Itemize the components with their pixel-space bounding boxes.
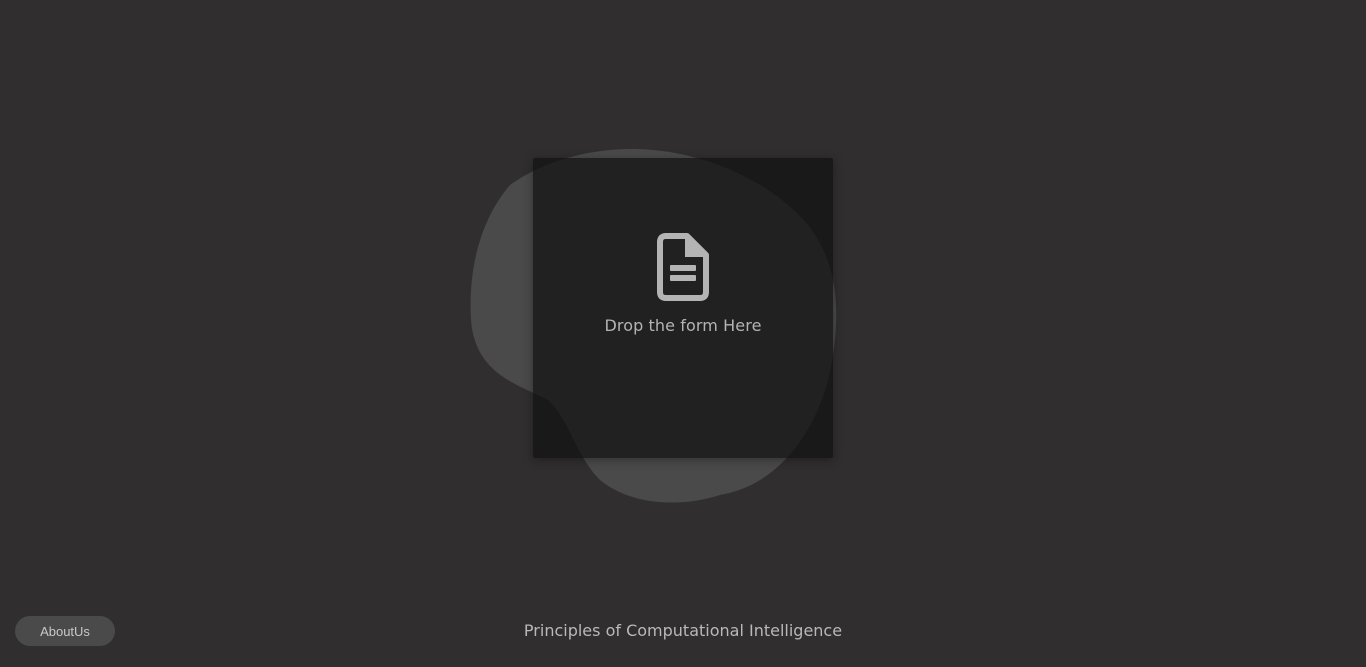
file-dropzone[interactable]: Drop the form Here [533,158,833,458]
dropzone-label: Drop the form Here [604,316,762,335]
about-us-button[interactable]: AboutUs [15,616,115,646]
document-icon [657,233,709,301]
footer-title: Principles of Computational Intelligence [523,621,843,640]
